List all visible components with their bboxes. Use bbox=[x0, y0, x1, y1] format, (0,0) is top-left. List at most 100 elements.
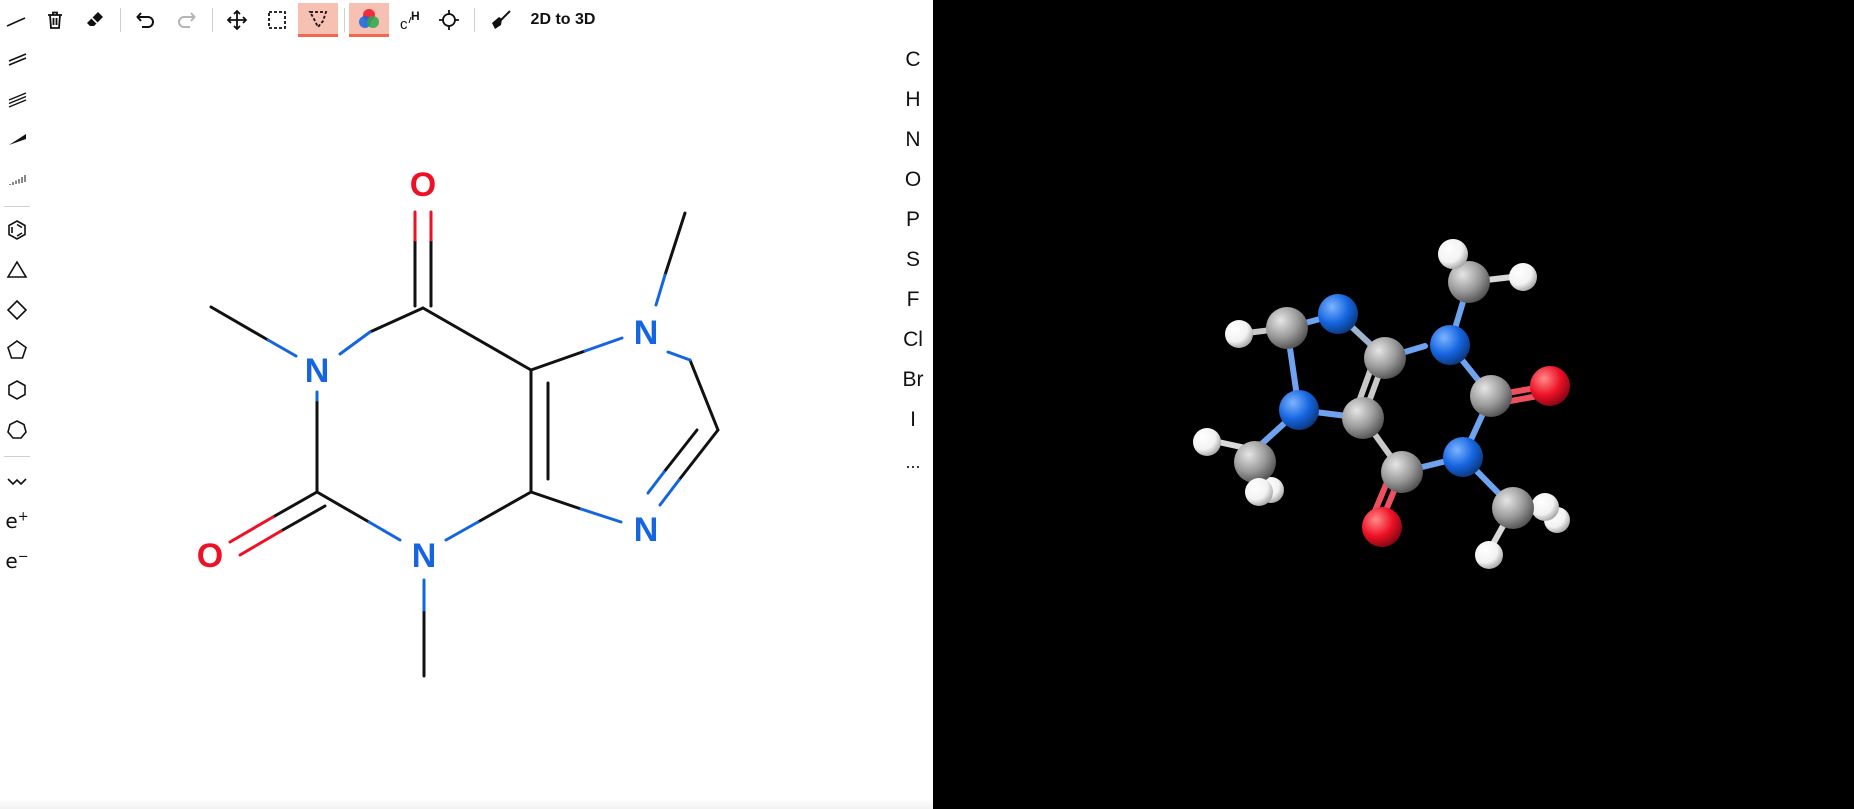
crosshair-icon bbox=[439, 10, 459, 30]
editor-bottom-edge bbox=[0, 799, 933, 809]
atom-carbon[interactable] bbox=[1266, 307, 1308, 349]
lasso-icon bbox=[308, 10, 328, 29]
triple-bond-tool[interactable] bbox=[2, 82, 32, 116]
atom-nitrogen[interactable] bbox=[1443, 437, 1483, 477]
atom-hydrogen[interactable] bbox=[1245, 478, 1273, 506]
element-button-hydrogen[interactable]: H bbox=[898, 83, 928, 117]
editor-2d-pane[interactable]: O N O N N N c H 2D to 3D e+ e− C H N O P… bbox=[0, 0, 933, 809]
negative-charge-tool[interactable]: e− bbox=[2, 544, 32, 578]
element-button-fluorine[interactable]: F bbox=[898, 283, 928, 317]
toolbar-separator bbox=[120, 8, 121, 32]
delete-tool[interactable] bbox=[40, 3, 70, 37]
chain-icon bbox=[7, 478, 27, 486]
left-toolbar-separator bbox=[4, 206, 30, 207]
element-button-phosphorus[interactable]: P bbox=[898, 203, 928, 237]
element-button-more[interactable]: ... bbox=[898, 445, 928, 479]
hexagon-ring-tool[interactable] bbox=[2, 373, 32, 407]
pentagon-ring-tool[interactable] bbox=[2, 333, 32, 367]
toolbar-separator bbox=[344, 8, 345, 32]
move-tool[interactable] bbox=[222, 3, 252, 37]
hash-bond-icon bbox=[9, 175, 26, 185]
hash-bond-tool[interactable] bbox=[2, 162, 32, 196]
eraser-icon bbox=[87, 12, 103, 26]
element-button-bromine[interactable]: Br bbox=[898, 363, 928, 397]
atom-carbon[interactable] bbox=[1234, 441, 1276, 483]
atom-carbon[interactable] bbox=[1492, 487, 1534, 529]
hexagon-icon bbox=[8, 380, 26, 400]
single-bond-icon bbox=[6, 17, 26, 27]
lasso-select-tool[interactable] bbox=[298, 3, 338, 37]
double-bond-icon bbox=[8, 53, 27, 66]
atom-hydrogen[interactable] bbox=[1475, 541, 1503, 569]
drawing-canvas[interactable]: O N O N N N bbox=[0, 0, 933, 809]
left-toolbar-separator bbox=[4, 456, 30, 457]
atom-label-oxygen-left[interactable]: O bbox=[197, 537, 223, 575]
atom-hydrogen[interactable] bbox=[1225, 320, 1253, 348]
clean-tool[interactable] bbox=[486, 3, 516, 37]
atom-label-nitrogen-9[interactable]: N bbox=[634, 511, 659, 549]
heptagon-icon bbox=[7, 420, 27, 439]
toolbar-separator bbox=[212, 8, 213, 32]
atom-oxygen[interactable] bbox=[1362, 507, 1402, 547]
bond-colored-halves bbox=[228, 210, 692, 612]
atom-hydrogen[interactable] bbox=[1531, 493, 1559, 521]
svg-text:H: H bbox=[411, 9, 420, 23]
atom-oxygen[interactable] bbox=[1530, 366, 1570, 406]
top-toolbar: cH 2D to 3D bbox=[0, 0, 933, 40]
color-mode-toggle[interactable] bbox=[349, 3, 389, 37]
redo-tool[interactable] bbox=[171, 3, 201, 37]
convert-2d-to-3d-label: 2D to 3D bbox=[530, 11, 596, 28]
square-icon bbox=[6, 299, 28, 321]
atom-hydrogen[interactable] bbox=[1193, 428, 1221, 456]
atom-label-nitrogen-3[interactable]: N bbox=[412, 537, 437, 575]
broom-icon bbox=[492, 10, 511, 29]
center-tool[interactable] bbox=[434, 3, 464, 37]
element-button-sulfur[interactable]: S bbox=[898, 243, 928, 277]
heptagon-ring-tool[interactable] bbox=[2, 413, 32, 447]
element-button-nitrogen[interactable]: N bbox=[898, 123, 928, 157]
toolbar-separator bbox=[474, 8, 475, 32]
benzene-icon bbox=[8, 220, 26, 240]
element-button-oxygen[interactable]: O bbox=[898, 163, 928, 197]
undo-tool[interactable] bbox=[131, 3, 161, 37]
color-circles-icon bbox=[359, 8, 379, 28]
atom-nitrogen[interactable] bbox=[1430, 325, 1470, 365]
single-bond-tool[interactable] bbox=[1, 3, 31, 37]
hydrogen-toggle[interactable]: cH bbox=[396, 3, 426, 37]
convert-2d-to-3d-button[interactable]: 2D to 3D bbox=[526, 3, 600, 37]
atom-hydrogen[interactable] bbox=[1438, 239, 1468, 269]
wedge-bond-tool[interactable] bbox=[2, 122, 32, 156]
negative-charge-label: e− bbox=[5, 549, 29, 573]
element-button-iodine[interactable]: I bbox=[898, 403, 928, 437]
element-button-carbon[interactable]: C bbox=[898, 43, 928, 77]
molecule-3d-render[interactable] bbox=[933, 0, 1854, 809]
positive-charge-tool[interactable]: e+ bbox=[2, 504, 32, 538]
atom-nitrogen[interactable] bbox=[1318, 294, 1358, 334]
atom-carbon[interactable] bbox=[1381, 451, 1423, 493]
ch-label-icon: cH bbox=[400, 9, 420, 32]
atom-carbon[interactable] bbox=[1364, 337, 1406, 379]
double-bond-tool[interactable] bbox=[2, 42, 32, 76]
pentagon-icon bbox=[7, 340, 27, 359]
element-button-chlorine[interactable]: Cl bbox=[898, 323, 928, 357]
atom-label-oxygen-top[interactable]: O bbox=[410, 166, 436, 204]
molecule-3d-viewer[interactable] bbox=[933, 0, 1854, 809]
atom-label-nitrogen-1[interactable]: N bbox=[305, 352, 330, 390]
atom-carbon[interactable] bbox=[1470, 375, 1512, 417]
atom-hydrogen[interactable] bbox=[1509, 263, 1537, 291]
benzene-ring-tool[interactable] bbox=[2, 213, 32, 247]
rect-select-tool[interactable] bbox=[262, 3, 292, 37]
triple-bond-icon bbox=[8, 92, 27, 108]
bond-lines bbox=[209, 211, 720, 678]
eraser-tool[interactable] bbox=[80, 3, 110, 37]
triangle-ring-tool[interactable] bbox=[2, 253, 32, 287]
molecule-editor-app: O N O N N N c H 2D to 3D e+ e− C H N O P… bbox=[0, 0, 1854, 809]
trash-icon bbox=[48, 11, 62, 29]
redo-icon bbox=[178, 12, 196, 28]
atom-nitrogen[interactable] bbox=[1279, 390, 1319, 430]
triangle-icon bbox=[6, 260, 28, 278]
atom-carbon[interactable] bbox=[1342, 397, 1384, 439]
chain-tool[interactable] bbox=[2, 464, 32, 498]
square-ring-tool[interactable] bbox=[2, 293, 32, 327]
atom-label-nitrogen-7[interactable]: N bbox=[634, 314, 659, 352]
